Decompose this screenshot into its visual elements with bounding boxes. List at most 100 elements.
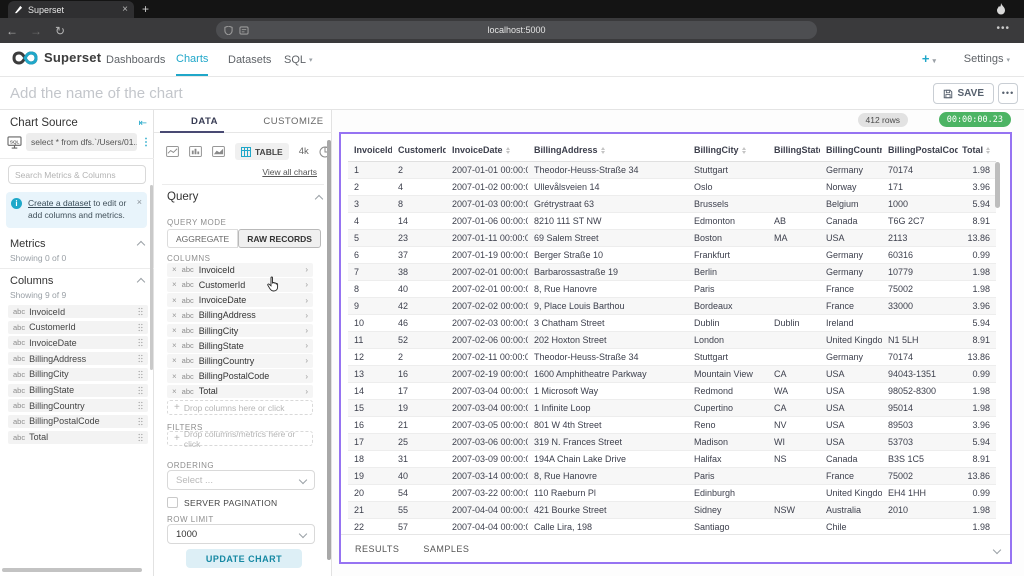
viz-table-chip[interactable]: TABLE <box>235 143 289 160</box>
column-chip[interactable]: abc BillingCountry <box>8 399 148 413</box>
query-column-chip[interactable]: × abc BillingState › <box>167 339 313 353</box>
row-limit-select[interactable]: 1000 <box>167 524 315 544</box>
collapse-panel-icon[interactable]: ⇤ <box>139 118 147 129</box>
chart-title-placeholder[interactable]: Add the name of the chart <box>10 85 183 102</box>
nav-charts[interactable]: Charts <box>176 43 209 76</box>
column-header[interactable]: BillingAddress <box>528 140 688 161</box>
nav-datasets[interactable]: Datasets <box>228 43 271 76</box>
column-chip[interactable]: abc BillingPostalCode <box>8 414 148 428</box>
new-chart-button[interactable]: + ▾ <box>922 51 936 66</box>
create-dataset-link[interactable]: Create a dataset <box>28 198 91 208</box>
chevron-right-icon[interactable]: › <box>305 280 308 289</box>
column-header[interactable]: CustomerId <box>392 140 446 161</box>
query-collapse-icon[interactable] <box>314 194 324 204</box>
left-panel-scrollbar[interactable] <box>150 185 153 370</box>
remove-icon[interactable]: × <box>172 372 177 381</box>
new-tab-icon[interactable]: + <box>142 2 149 16</box>
ordering-select[interactable]: Select ... <box>167 470 315 490</box>
viz-big-number[interactable]: 4k <box>299 146 309 157</box>
query-column-chip[interactable]: × abc Total › <box>167 384 313 399</box>
column-header[interactable]: BillingCountry <box>820 140 882 161</box>
query-column-chip[interactable]: × abc BillingAddress › <box>167 308 313 323</box>
table-scrollbar[interactable] <box>995 162 1000 208</box>
sort-icon[interactable] <box>600 146 605 154</box>
drag-handle-icon[interactable] <box>138 385 143 395</box>
column-chip[interactable]: abc InvoiceId <box>8 305 148 318</box>
query-column-chip[interactable]: × abc CustomerId › <box>167 278 313 292</box>
more-options-button[interactable]: ••• <box>998 83 1018 104</box>
tab-customize[interactable]: CUSTOMIZE <box>249 110 338 133</box>
drag-handle-icon[interactable] <box>138 322 143 332</box>
dataset-name[interactable]: select * from dfs.`/Users/01... <box>26 133 137 151</box>
collapse-results-icon[interactable] <box>992 545 1002 555</box>
save-button[interactable]: SAVE <box>932 83 994 104</box>
chevron-right-icon[interactable]: › <box>305 326 308 335</box>
tab-close-icon[interactable]: × <box>122 4 128 15</box>
remove-icon[interactable]: × <box>172 296 177 305</box>
tab-data[interactable]: DATA <box>160 110 249 133</box>
remove-icon[interactable]: × <box>172 341 177 350</box>
address-bar[interactable]: localhost:5000 <box>216 21 817 39</box>
aggregate-button[interactable]: AGGREGATE <box>167 229 239 248</box>
query-column-chip[interactable]: × abc BillingCountry › <box>167 354 313 368</box>
browser-menu-icon[interactable]: ••• <box>996 23 1010 34</box>
alert-close-icon[interactable]: × <box>137 196 142 209</box>
column-header[interactable]: InvoiceDate <box>446 140 528 161</box>
server-pagination-checkbox[interactable] <box>167 497 178 508</box>
reload-icon[interactable]: ↻ <box>48 24 72 38</box>
update-chart-button[interactable]: UPDATE CHART <box>186 549 302 568</box>
drag-handle-icon[interactable] <box>138 401 143 411</box>
browser-tab[interactable]: Superset × <box>8 1 134 18</box>
tab-results[interactable]: RESULTS <box>355 544 399 554</box>
drag-handle-icon[interactable] <box>138 307 143 316</box>
filters-dropzone[interactable]: + Drop columns/metrics here or click <box>167 429 313 449</box>
query-column-chip[interactable]: × abc InvoiceId › <box>167 263 313 277</box>
settings-menu[interactable]: Settings ▾ <box>964 53 1010 65</box>
remove-icon[interactable]: × <box>172 356 177 365</box>
column-chip[interactable]: abc BillingState <box>8 383 148 397</box>
chevron-right-icon[interactable]: › <box>305 296 308 305</box>
column-chip[interactable]: abc Total <box>8 430 148 444</box>
column-header[interactable]: Total <box>958 140 996 161</box>
remove-icon[interactable]: × <box>172 311 177 320</box>
columns-dropzone[interactable]: + Drop columns here or click <box>167 400 313 415</box>
remove-icon[interactable]: × <box>172 265 177 274</box>
raw-records-button[interactable]: RAW RECORDS <box>238 229 321 248</box>
metrics-collapse-icon[interactable] <box>136 240 146 250</box>
drag-handle-icon[interactable] <box>138 416 143 426</box>
back-icon[interactable]: ← <box>0 24 24 38</box>
nav-sql[interactable]: SQL ▾ <box>284 43 313 76</box>
area-chart-icon[interactable] <box>212 146 225 157</box>
column-header[interactable]: BillingPostalCode <box>882 140 958 161</box>
chevron-right-icon[interactable]: › <box>305 372 308 381</box>
forward-icon[interactable]: → <box>24 24 48 38</box>
column-header[interactable]: BillingState <box>768 140 820 161</box>
column-chip[interactable]: abc InvoiceDate <box>8 336 148 350</box>
columns-collapse-icon[interactable] <box>136 277 146 287</box>
sort-icon[interactable] <box>986 146 990 154</box>
column-chip[interactable]: abc BillingCity <box>8 367 148 381</box>
superset-logo[interactable]: Superset <box>12 50 101 65</box>
query-column-chip[interactable]: × abc BillingPostalCode › <box>167 369 313 383</box>
nav-dashboards[interactable]: Dashboards <box>106 43 165 76</box>
bar-chart-icon[interactable] <box>189 146 202 157</box>
query-column-chip[interactable]: × abc InvoiceDate › <box>167 293 313 307</box>
sort-icon[interactable] <box>505 146 510 154</box>
column-chip[interactable]: abc BillingAddress <box>8 352 148 366</box>
drag-handle-icon[interactable] <box>138 354 143 364</box>
view-all-charts-link[interactable]: View all charts <box>262 167 317 177</box>
remove-icon[interactable]: × <box>172 280 177 289</box>
sort-icon[interactable] <box>741 146 746 154</box>
drag-handle-icon[interactable] <box>138 338 143 348</box>
chevron-right-icon[interactable]: › <box>305 387 308 396</box>
column-chip[interactable]: abc CustomerId <box>8 320 148 334</box>
drag-handle-icon[interactable] <box>138 432 143 442</box>
chevron-right-icon[interactable]: › <box>305 356 308 365</box>
chevron-right-icon[interactable]: › <box>305 265 308 274</box>
column-header[interactable]: InvoiceId <box>348 140 392 161</box>
search-input[interactable] <box>8 165 146 184</box>
left-panel-horizontal-scrollbar[interactable] <box>2 568 142 572</box>
tab-samples[interactable]: SAMPLES <box>423 544 469 554</box>
control-panel-scrollbar[interactable] <box>327 140 331 560</box>
remove-icon[interactable]: × <box>172 326 177 335</box>
